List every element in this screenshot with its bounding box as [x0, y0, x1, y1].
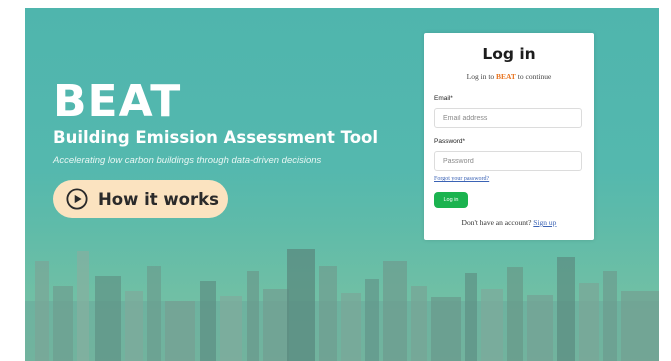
login-subtitle-brand: BEAT: [496, 72, 516, 81]
how-it-works-button[interactable]: How it works: [53, 180, 228, 218]
login-button[interactable]: Log in: [434, 192, 468, 208]
play-circle-icon: [66, 188, 88, 210]
login-subtitle-prefix: Log in to: [466, 72, 495, 81]
password-field[interactable]: [434, 151, 582, 171]
forgot-password-link[interactable]: Forgot your password?: [434, 176, 489, 182]
brand-tagline: Accelerating low carbon buildings throug…: [53, 155, 322, 166]
brand-subtitle: Building Emission Assessment Tool: [53, 128, 379, 147]
signup-link[interactable]: Sign up: [533, 218, 556, 227]
password-label: Password*: [434, 138, 466, 145]
city-skyline-image: [25, 249, 659, 361]
email-field[interactable]: [434, 108, 582, 128]
email-label: Email*: [434, 95, 453, 102]
login-card: Log in Log in to BEAT to continue Email*…: [424, 33, 594, 240]
login-subtitle: Log in to BEAT to continue: [424, 72, 594, 81]
login-title: Log in: [482, 45, 536, 63]
no-account-text: Don't have an account?: [461, 218, 532, 227]
login-subtitle-suffix: to continue: [517, 72, 552, 81]
signup-line: Don't have an account? Sign up: [424, 218, 594, 227]
brand-title: BEAT: [53, 76, 182, 127]
how-it-works-label: How it works: [98, 189, 219, 209]
